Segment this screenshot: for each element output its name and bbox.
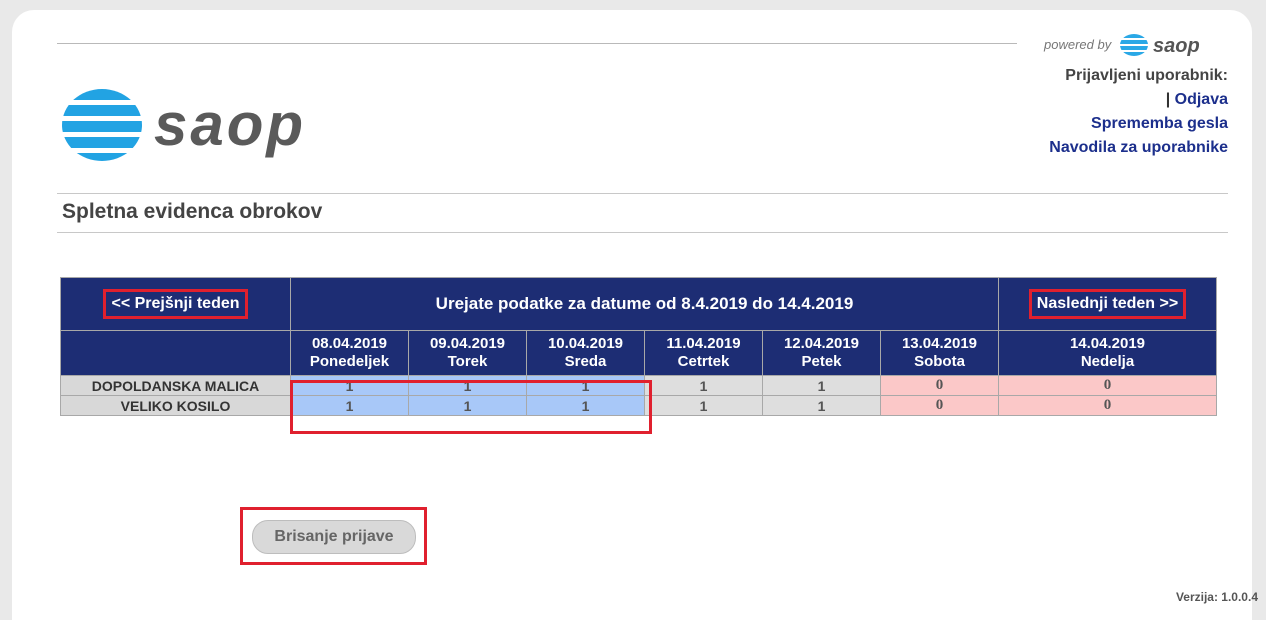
meal-name: VELIKO KOSILO [60, 395, 291, 416]
user-guide-link[interactable]: Navodila za uporabnike [1049, 139, 1228, 156]
meal-table: << Prejšnji teden Urejate podatke za dat… [60, 277, 1217, 416]
day-date: 11.04.2019 [666, 335, 741, 352]
week-nav-row: << Prejšnji teden Urejate podatke za dat… [60, 277, 1217, 331]
meal-cell[interactable]: 1 [290, 375, 409, 396]
delete-registration-button[interactable]: Brisanje prijave [252, 520, 416, 554]
day-header-row: 08.04.2019 Ponedeljek 09.04.2019 Torek 10.… [60, 330, 1217, 376]
meal-cell[interactable]: 0 [880, 395, 999, 416]
day-header: 09.04.2019 Torek [408, 330, 527, 376]
meal-cell[interactable]: 1 [408, 395, 527, 416]
day-date: 14.04.2019 [1069, 335, 1146, 352]
day-name: Sreda [564, 353, 607, 370]
day-date: 08.04.2019 [311, 335, 388, 352]
day-name: Cetrtek [677, 353, 730, 370]
top-divider [57, 43, 1017, 44]
title-divider [57, 232, 1228, 233]
day-name: Torek [447, 353, 488, 370]
day-header: 11.04.2019 Cetrtek [644, 330, 763, 376]
day-date: 13.04.2019 [901, 335, 978, 352]
day-date: 09.04.2019 [429, 335, 506, 352]
delete-highlight: Brisanje prijave [240, 507, 427, 565]
saop-logo-icon: saop [62, 89, 306, 161]
day-header: 14.04.2019 Nedelja [998, 330, 1217, 376]
saop-small-logo-icon: saop [1120, 34, 1200, 57]
meal-cell[interactable]: 1 [644, 375, 763, 396]
prev-week-cell: << Prejšnji teden [60, 277, 291, 331]
next-week-cell: Naslednji teden >> [998, 277, 1217, 331]
day-header: 12.04.2019 Petek [762, 330, 881, 376]
separator: | [1165, 91, 1171, 108]
day-header: 13.04.2019 Sobota [880, 330, 999, 376]
date-range-label: Urejate podatke za datume od 8.4.2019 do… [290, 277, 999, 331]
meal-cell[interactable]: 0 [998, 375, 1217, 396]
logout-line: | Odjava [1049, 88, 1228, 112]
table-row: VELIKO KOSILO 1 1 1 1 1 0 0 [60, 395, 1217, 416]
meal-cell[interactable]: 1 [408, 375, 527, 396]
powered-by-text: powered by [1044, 37, 1112, 52]
meal-cell[interactable]: 1 [762, 395, 881, 416]
day-name: Petek [801, 353, 842, 370]
meal-cell[interactable]: 1 [526, 395, 645, 416]
meal-cell[interactable]: 1 [526, 375, 645, 396]
meal-cell[interactable]: 1 [762, 375, 881, 396]
meal-name: DOPOLDANSKA MALICA [60, 375, 291, 396]
header-divider [57, 193, 1228, 194]
logo-text: saop [154, 91, 306, 158]
meal-cell[interactable]: 1 [290, 395, 409, 416]
change-password-link[interactable]: Sprememba gesla [1091, 115, 1228, 132]
page-title: Spletna evidenca obrokov [62, 200, 323, 223]
logout-link[interactable]: Odjava [1175, 91, 1228, 108]
day-name: Sobota [914, 353, 965, 370]
day-header: 10.04.2019 Sreda [526, 330, 645, 376]
version-label: Verzija: 1.0.0.4 [1175, 590, 1258, 604]
saop-logo: saop [62, 75, 402, 175]
next-week-button[interactable]: Naslednji teden >> [1028, 289, 1187, 319]
prev-week-button[interactable]: << Prejšnji teden [103, 289, 248, 319]
day-name: Nedelja [1080, 353, 1135, 370]
corner-cell [60, 330, 291, 376]
meal-cell[interactable]: 0 [998, 395, 1217, 416]
logged-in-label: Prijavljeni uporabnik: [1065, 67, 1228, 84]
day-date: 10.04.2019 [547, 335, 624, 352]
meal-cell[interactable]: 1 [644, 395, 763, 416]
day-date: 12.04.2019 [783, 335, 860, 352]
day-header: 08.04.2019 Ponedeljek [290, 330, 409, 376]
powered-logo-text: saop [1153, 35, 1200, 57]
meal-cell[interactable]: 0 [880, 375, 999, 396]
powered-by: powered by saop [1024, 32, 1234, 58]
day-name: Ponedeljek [309, 353, 390, 370]
table-row: DOPOLDANSKA MALICA 1 1 1 1 1 0 0 [60, 375, 1217, 396]
user-panel: Prijavljeni uporabnik: | Odjava Sprememb… [1049, 64, 1228, 160]
